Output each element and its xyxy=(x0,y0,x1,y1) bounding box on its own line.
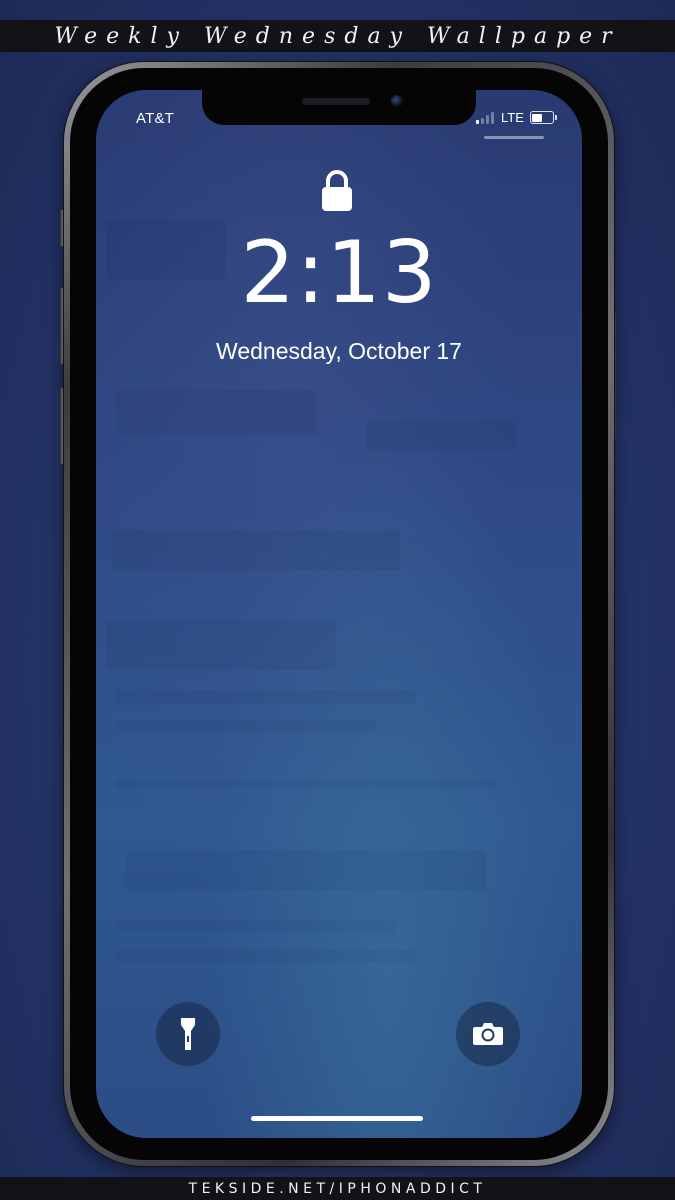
lock-screen[interactable]: AT&T LTE 2:13 Wednesday, October 17 xyxy=(96,90,582,1138)
camera-icon xyxy=(473,1023,503,1045)
title-banner: Weekly Wednesday Wallpaper xyxy=(0,20,675,52)
camera-button[interactable] xyxy=(456,1002,520,1066)
signal-icon xyxy=(476,111,496,124)
credit-text: TEKSIDE.NET/IPHONADDICT xyxy=(188,1180,487,1197)
lock-screen-time: 2:13 xyxy=(96,230,582,316)
battery-icon xyxy=(529,111,557,124)
notch xyxy=(202,90,476,125)
flashlight-icon xyxy=(181,1018,195,1050)
front-camera xyxy=(391,95,403,107)
flashlight-button[interactable] xyxy=(156,1002,220,1066)
status-indicators: LTE xyxy=(476,110,557,125)
speaker-grille xyxy=(302,98,370,105)
credit-banner: TEKSIDE.NET/IPHONADDICT xyxy=(0,1177,675,1200)
control-center-indicator[interactable] xyxy=(484,136,544,139)
time-text: 2:13 xyxy=(240,223,438,323)
title-text: Weekly Wednesday Wallpaper xyxy=(54,23,621,49)
lock-icon xyxy=(322,170,352,211)
battery-fill xyxy=(532,113,543,122)
carrier-label: AT&T xyxy=(136,110,175,127)
phone-frame: AT&T LTE 2:13 Wednesday, October 17 xyxy=(64,62,614,1166)
home-indicator[interactable] xyxy=(251,1116,423,1121)
lock-screen-date: Wednesday, October 17 xyxy=(216,338,462,364)
network-type: LTE xyxy=(501,110,524,125)
battery-cap xyxy=(554,115,557,120)
